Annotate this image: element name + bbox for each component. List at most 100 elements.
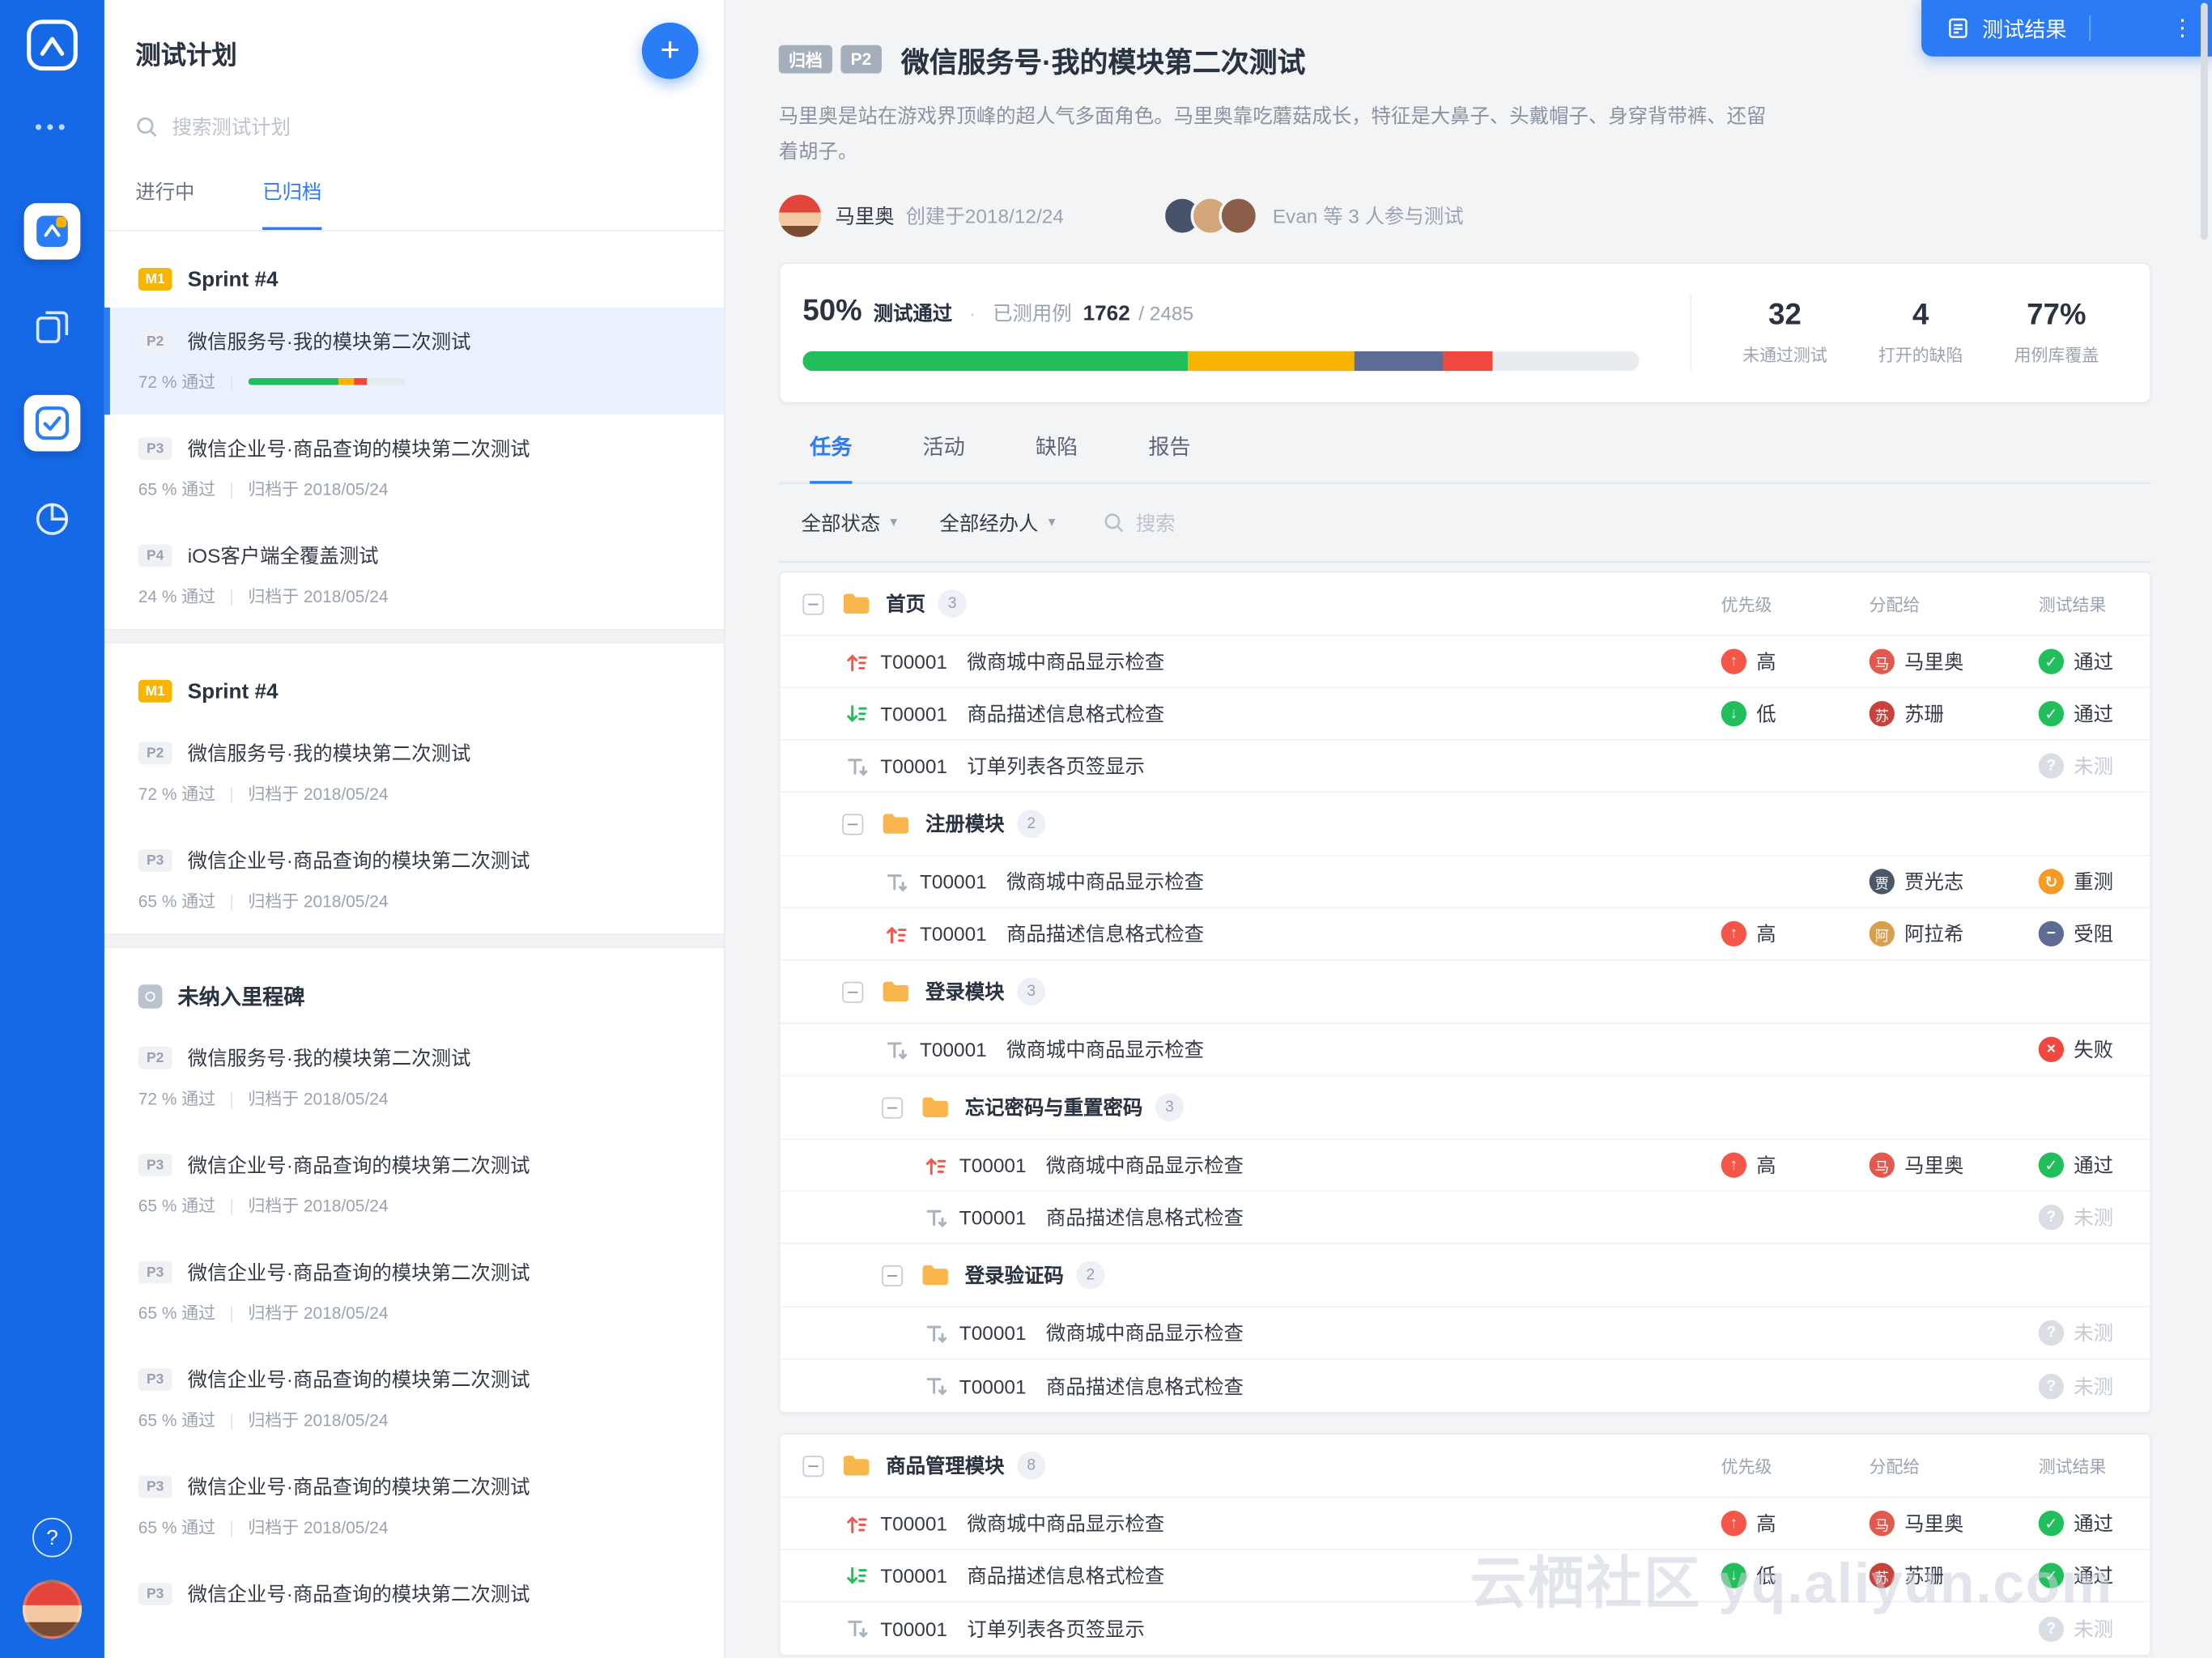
assignee-filter[interactable]: 全部经办人 ▾ <box>939 508 1055 537</box>
task-row[interactable]: T00001 商品描述信息格式检查 ↑ 高 阿 阿拉希 − 受阻 <box>780 908 2150 961</box>
plan-list-item[interactable]: P3 微信企业号·商品查询的模块第二次测试 <box>104 1560 724 1630</box>
plan-title: 微信企业号·商品查询的模块第二次测试 <box>187 1368 530 1391</box>
tab-activity[interactable]: 活动 <box>923 432 965 483</box>
collapse-toggle-icon[interactable] <box>802 593 824 614</box>
creator-avatar <box>778 194 822 237</box>
result-label: 通过 <box>2074 1511 2114 1535</box>
module-name[interactable]: 商品管理模块 <box>886 1452 1004 1480</box>
column-header-priority: 优先级 <box>1721 594 1772 614</box>
question-icon: ? <box>2038 1204 2065 1231</box>
plan-search[interactable] <box>135 110 696 144</box>
scrollbar-thumb[interactable] <box>2201 2 2208 240</box>
priority-label: 高 <box>1756 650 1776 674</box>
column-header-priority: 优先级 <box>1721 1456 1772 1477</box>
assignee-name: 马里奥 <box>1904 650 1964 674</box>
task-id: T00001 <box>959 1374 1027 1397</box>
sidebar-header: 测试计划 + 进行中 已归档 <box>104 0 724 232</box>
task-search[interactable] <box>1104 511 1320 534</box>
app-logo-icon[interactable] <box>24 17 81 74</box>
status-filter[interactable]: 全部状态 ▾ <box>802 508 898 537</box>
module-name[interactable]: 注册模块 <box>925 810 1005 838</box>
task-row[interactable]: T00001 订单列表各页签显示 ? 未测 <box>781 1602 2150 1654</box>
task-row[interactable]: T00001 订单列表各页签显示 ? 未测 <box>780 741 2150 793</box>
plan-title: 微信服务号·我的模块第二次测试 <box>187 329 471 353</box>
tab-archived[interactable]: 已归档 <box>262 178 322 231</box>
task-id: T00001 <box>920 870 987 893</box>
task-row[interactable]: T00001 商品描述信息格式检查 ? 未测 <box>780 1192 2150 1244</box>
progress-segment <box>1355 351 1443 372</box>
task-row[interactable]: T00001 商品描述信息格式检查 ↓ 低 苏 苏珊 ✓ 通过 <box>780 688 2150 741</box>
plan-priority-badge: P3 <box>138 1582 172 1605</box>
task-row[interactable]: T00001 商品描述信息格式检查 ? 未测 <box>781 1360 2150 1412</box>
plan-list-item[interactable]: P3 微信企业号·商品查询的模块第二次测试 65 % 通过 | 归档于 2018… <box>104 1131 724 1238</box>
module-name[interactable]: 登录模块 <box>925 977 1005 1005</box>
result-label: 未测 <box>2074 1205 2114 1229</box>
module-count-badge: 2 <box>1017 810 1046 838</box>
nav-projects-icon[interactable] <box>23 202 81 260</box>
user-avatar[interactable] <box>22 1579 83 1639</box>
collapse-toggle-icon[interactable] <box>842 980 864 1002</box>
task-row[interactable]: T00001 微商城中商品显示检查 ↑ 高 马 马里奥 ✓ 通过 <box>780 1498 2150 1550</box>
module-name[interactable]: 忘记密码与重置密码 <box>965 1093 1143 1121</box>
tab-in-progress[interactable]: 进行中 <box>135 178 194 230</box>
plan-list-item[interactable]: P2 微信服务号·我的模块第二次测试 72 % 通过 | <box>104 307 724 415</box>
nav-reports-icon[interactable] <box>32 500 72 539</box>
module-count-badge: 8 <box>1017 1451 1046 1480</box>
plan-search-input[interactable] <box>172 115 610 138</box>
kebab-menu-icon[interactable]: ⋮ <box>2167 14 2197 42</box>
plan-list-item[interactable]: P3 微信企业号·商品查询的模块第二次测试 65 % 通过 | 归档于 2018… <box>104 1239 724 1346</box>
question-icon: ? <box>2038 753 2065 779</box>
module-name[interactable]: 登录验证码 <box>965 1261 1064 1290</box>
sidebar-groups: M1 Sprint #4 P2 微信服务号·我的模块第二次测试 72 % 通过 … <box>104 232 724 1658</box>
arrow-up-icon <box>884 922 908 946</box>
plan-list-item[interactable]: P3 微信企业号·商品查询的模块第二次测试 65 % 通过 | 归档于 2018… <box>104 414 724 521</box>
collapse-toggle-icon[interactable] <box>802 1455 824 1477</box>
task-card: 商品管理模块 8 优先级 分配给 测试结果 T00001 微商城中商品显示检查 … <box>778 1433 2152 1656</box>
task-row[interactable]: T00001 微商城中商品显示检查 贾 贾光志 ↻ 重测 <box>780 857 2150 909</box>
collapse-toggle-icon[interactable] <box>842 813 864 835</box>
plan-list-item[interactable]: P2 微信服务号·我的模块第二次测试 72 % 通过 | 归档于 2018/05… <box>104 720 724 827</box>
nav-testplan-icon[interactable] <box>23 394 81 452</box>
divider: | <box>229 1516 234 1537</box>
check-icon: ✓ <box>2038 1562 2065 1588</box>
tested-cases-value: 1762 <box>1083 301 1130 326</box>
task-row[interactable]: T00001 微商城中商品显示检查 ? 未测 <box>780 1307 2150 1360</box>
plan-group-header[interactable]: M1 Sprint #4 <box>104 251 724 308</box>
tab-tasks[interactable]: 任务 <box>810 432 853 484</box>
minus-icon: − <box>2038 920 2065 947</box>
nav-docs-icon[interactable] <box>32 308 72 347</box>
assignee-avatar: 苏 <box>1869 1562 1895 1588</box>
task-row[interactable]: T00001 微商城中商品显示检查 ↑ 高 马 马里奥 ✓ 通过 <box>780 1140 2150 1192</box>
task-row[interactable]: T00001 商品描述信息格式检查 ↓ 低 苏 苏珊 ✓ 通过 <box>780 1550 2150 1603</box>
task-title: 商品描述信息格式检查 <box>1045 1205 1244 1229</box>
column-header-assignee: 分配给 <box>1869 594 1921 614</box>
plan-list-item[interactable]: P4 iOS客户端全覆盖测试 24 % 通过 | 归档于 2018/05/24 <box>104 522 724 629</box>
plan-list-item[interactable]: P3 微信企业号·商品查询的模块第二次测试 65 % 通过 | 归档于 2018… <box>104 1346 724 1452</box>
folder-icon <box>882 813 910 835</box>
collapse-toggle-icon[interactable] <box>881 1096 904 1118</box>
task-id: T00001 <box>880 755 947 778</box>
plan-list-item[interactable]: P3 微信企业号·商品查询的模块第二次测试 65 % 通过 | 归档于 2018… <box>104 1453 724 1560</box>
module-name[interactable]: 首页 <box>886 589 925 618</box>
more-menu-icon[interactable]: ••• <box>35 116 70 140</box>
plan-list-item[interactable]: P2 微信服务号·我的模块第二次测试 72 % 通过 | 归档于 2018/05… <box>104 1024 724 1131</box>
stat-value: 32 <box>1768 299 1802 332</box>
task-search-input[interactable] <box>1135 511 1320 534</box>
plan-group-header[interactable]: M1 Sprint #4 <box>104 663 724 720</box>
tab-defects[interactable]: 缺陷 <box>1036 432 1078 483</box>
plan-list-item[interactable]: P3 微信企业号·商品查询的模块第二次测试 65 % 通过 | 归档于 2018… <box>104 827 724 933</box>
tab-reports[interactable]: 报告 <box>1148 432 1190 483</box>
group-items: P2 微信服务号·我的模块第二次测试 72 % 通过 | 归档于 2018/05… <box>104 1024 724 1630</box>
plan-group-header[interactable]: 未纳入里程碑 <box>104 967 724 1024</box>
cross-icon: × <box>2038 1036 2065 1062</box>
task-row[interactable]: T00001 微商城中商品显示检查 × 失败 <box>780 1024 2150 1077</box>
task-row[interactable]: T00001 微商城中商品显示检查 ↑ 高 马 马里奥 ✓ 通过 <box>780 636 2150 689</box>
arrow-up-icon: ↑ <box>1721 648 1747 674</box>
help-icon[interactable]: ? <box>32 1517 72 1558</box>
plan-archived-date: 归档于 2018/05/24 <box>248 784 389 805</box>
test-results-button[interactable]: 测试结果 ⋮ <box>1921 0 2212 57</box>
divider: | <box>229 783 234 804</box>
plan-title: 微信企业号·商品查询的模块第二次测试 <box>187 1475 530 1499</box>
collapse-toggle-icon[interactable] <box>881 1265 904 1286</box>
add-plan-button[interactable]: + <box>641 22 699 79</box>
